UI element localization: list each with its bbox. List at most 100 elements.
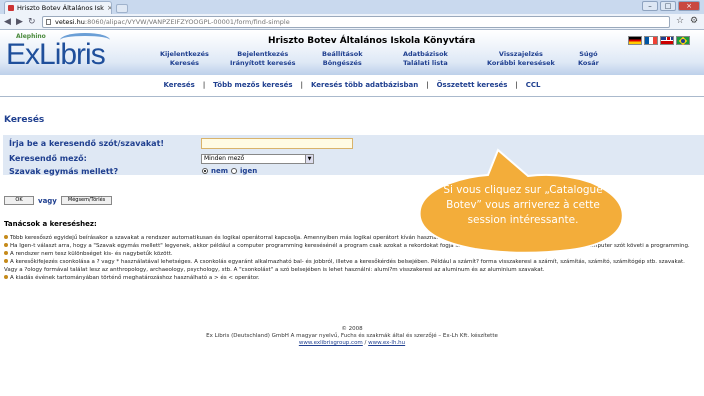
page-title: Keresés <box>4 115 45 125</box>
back-icon[interactable]: ◀ <box>4 17 11 27</box>
bullet-icon <box>4 235 8 239</box>
exlibris-logo[interactable]: Alephino ExLibris <box>6 33 116 73</box>
ok-button[interactable]: OK <box>4 196 34 205</box>
browser-toolbar: ◀ ▶ ↻ vetesi.hu:8060/alipac/VYVW/VANPZEI… <box>0 14 704 30</box>
new-tab-button[interactable] <box>116 4 128 13</box>
address-bar[interactable]: vetesi.hu:8060/alipac/VYVW/VANPZEIFZYOOG… <box>42 16 670 28</box>
link-separator: | <box>426 81 429 89</box>
link-advanced-search[interactable]: Összetett keresés <box>437 81 508 89</box>
adjacent-radio-group: nem igen <box>202 167 257 175</box>
menu-group-4: Adatbázisok Találati lista <box>403 50 448 68</box>
forward-icon[interactable]: ▶ <box>16 17 23 27</box>
menu-logout[interactable]: Kijelentkezés <box>160 50 209 59</box>
menu-group-2: Bejelentkezés Irányított keresés <box>230 50 295 68</box>
menu-feedback[interactable]: Visszajelzés <box>487 50 555 59</box>
tip-item: A rendszer nem tesz különbséget kis- és … <box>4 250 700 258</box>
menu-group-3: Beállítások Böngészés <box>322 50 363 68</box>
menu-login[interactable]: Bejelentkezés <box>230 50 295 59</box>
radio-no[interactable] <box>202 168 208 174</box>
tip-text: Ha Igen-t választ arra, hogy a "Szavak e… <box>10 243 690 249</box>
tip-text: Több keresőszó egyidejű beírásakor a sza… <box>10 235 536 241</box>
link-separator: | <box>515 81 518 89</box>
menu-browse[interactable]: Böngészés <box>322 59 363 68</box>
field-label: Keresendő mező: <box>9 154 87 163</box>
logo-exlibris-text: ExLibris <box>6 38 106 71</box>
footer-credits: Ex Libris (Deutschland) GmbH A magyar ny… <box>206 333 498 339</box>
footer-link-exlh[interactable]: www.ex-lh.hu <box>368 340 405 346</box>
star-icon[interactable]: ☆ <box>676 16 684 27</box>
or-label: vagy <box>38 196 57 205</box>
search-type-links: Keresés | Több mezős keresés | Keresés több … <box>0 81 704 93</box>
page-footer: © 2008 Ex Libris (Deutschland) GmbH A ma… <box>0 326 704 347</box>
footer-links: www.exlibrisgroup.com / www.ex-lh.hu <box>0 340 704 347</box>
bullet-icon <box>4 251 8 255</box>
page-icon <box>46 19 51 25</box>
footer-link-exlibris[interactable]: www.exlibrisgroup.com <box>299 340 363 346</box>
tip-item: Több keresőszó egyidejű beírásakor a sza… <box>4 234 700 242</box>
minimize-button[interactable]: – <box>642 1 658 11</box>
menu-databases[interactable]: Adatbázisok <box>403 50 448 59</box>
callout-line: Si vous cliquez sur „Catalogue <box>443 184 603 196</box>
clear-button[interactable]: Mégsem/Törlés <box>60 196 113 205</box>
flag-english-icon[interactable] <box>660 36 674 45</box>
flag-german-icon[interactable] <box>628 36 642 45</box>
library-name: Hriszto Botev Általános Iskola Könyvtára <box>268 36 476 46</box>
tip-item: A kiadás évének tartományában történő me… <box>4 274 700 282</box>
tips-list: Több keresőszó egyidejű beírásakor a sza… <box>4 234 700 282</box>
flag-portuguese-icon[interactable] <box>676 36 690 45</box>
divider <box>0 96 704 97</box>
menu-group-6: Súgó Kosár <box>578 50 599 68</box>
adjacent-label: Szavak egymás mellett? <box>9 167 119 176</box>
bullet-icon <box>4 243 8 247</box>
menu-group-1: Kijelentkezés Keresés <box>160 50 209 68</box>
link-multi-database-search[interactable]: Keresés több adatbázisban <box>311 81 418 89</box>
wrench-icon[interactable]: ⚙ <box>690 16 698 27</box>
tip-text: A keresőkifejezés csonkolása a ? vagy * … <box>4 259 685 273</box>
menu-group-5: Visszajelzés Korábbi keresések <box>487 50 555 68</box>
link-ccl[interactable]: CCL <box>526 81 541 89</box>
maximize-button[interactable]: □ <box>660 1 676 11</box>
menu-search[interactable]: Keresés <box>160 59 209 68</box>
menu-help[interactable]: Súgó <box>578 50 599 59</box>
callout-line: Botev” vous arriverez à cette <box>446 199 600 211</box>
menu-settings[interactable]: Beállítások <box>322 50 363 59</box>
close-window-button[interactable]: × <box>678 1 700 11</box>
tips-title: Tanácsok a kereséshez: <box>4 220 97 228</box>
language-flags <box>628 36 690 45</box>
link-separator: | <box>300 81 303 89</box>
field-select[interactable]: Minden mező ▼ <box>201 154 314 164</box>
tab-title: Hriszto Botev Általános Isk <box>17 4 104 12</box>
search-input[interactable] <box>201 138 353 149</box>
callout-text: Si vous cliquez sur „Catalogue Botev” vo… <box>428 183 618 228</box>
menu-results[interactable]: Találati lista <box>403 59 448 68</box>
bullet-icon <box>4 275 8 279</box>
link-separator: | <box>202 81 206 89</box>
radio-no-label: nem <box>211 167 229 175</box>
reload-icon[interactable]: ↻ <box>28 17 36 27</box>
menu-guided-search[interactable]: Irányított keresés <box>230 59 295 68</box>
tip-item: Ha Igen-t választ arra, hogy a "Szavak e… <box>4 242 700 250</box>
query-label: Írja be a keresendő szót/szavakat! <box>9 139 165 148</box>
link-search[interactable]: Keresés <box>163 81 194 89</box>
chevron-down-icon: ▼ <box>305 155 313 163</box>
radio-yes-label: igen <box>240 167 258 175</box>
tip-item: A keresőkifejezés csonkolása a ? vagy * … <box>4 258 700 274</box>
form-buttons: OK vagy Mégsem/Törlés <box>4 196 113 205</box>
menu-previous-searches[interactable]: Korábbi keresések <box>487 59 555 68</box>
browser-tab[interactable]: Hriszto Botev Általános Isk × <box>4 1 112 14</box>
link-multi-field-search[interactable]: Több mezős keresés <box>213 81 292 89</box>
tip-text: A rendszer nem tesz különbséget kis- és … <box>10 251 173 257</box>
favicon-icon <box>8 5 14 11</box>
callout-line: session intéressante. <box>467 214 579 226</box>
browser-titlebar: Hriszto Botev Általános Isk × – □ × <box>0 0 704 14</box>
bullet-icon <box>4 259 8 263</box>
tip-text: A kiadás évének tartományában történő me… <box>10 275 260 281</box>
url-host: vetesi.hu <box>55 18 85 26</box>
url-path: :8060/alipac/VYVW/VANPZEIFZYOOGPL-00001/… <box>84 18 290 26</box>
radio-yes[interactable] <box>231 168 238 174</box>
footer-copyright: © 2008 <box>341 326 363 332</box>
tab-close-icon[interactable]: × <box>107 4 111 13</box>
menu-basket[interactable]: Kosár <box>578 59 599 68</box>
window-controls: – □ × <box>642 1 700 11</box>
flag-french-icon[interactable] <box>644 36 658 45</box>
